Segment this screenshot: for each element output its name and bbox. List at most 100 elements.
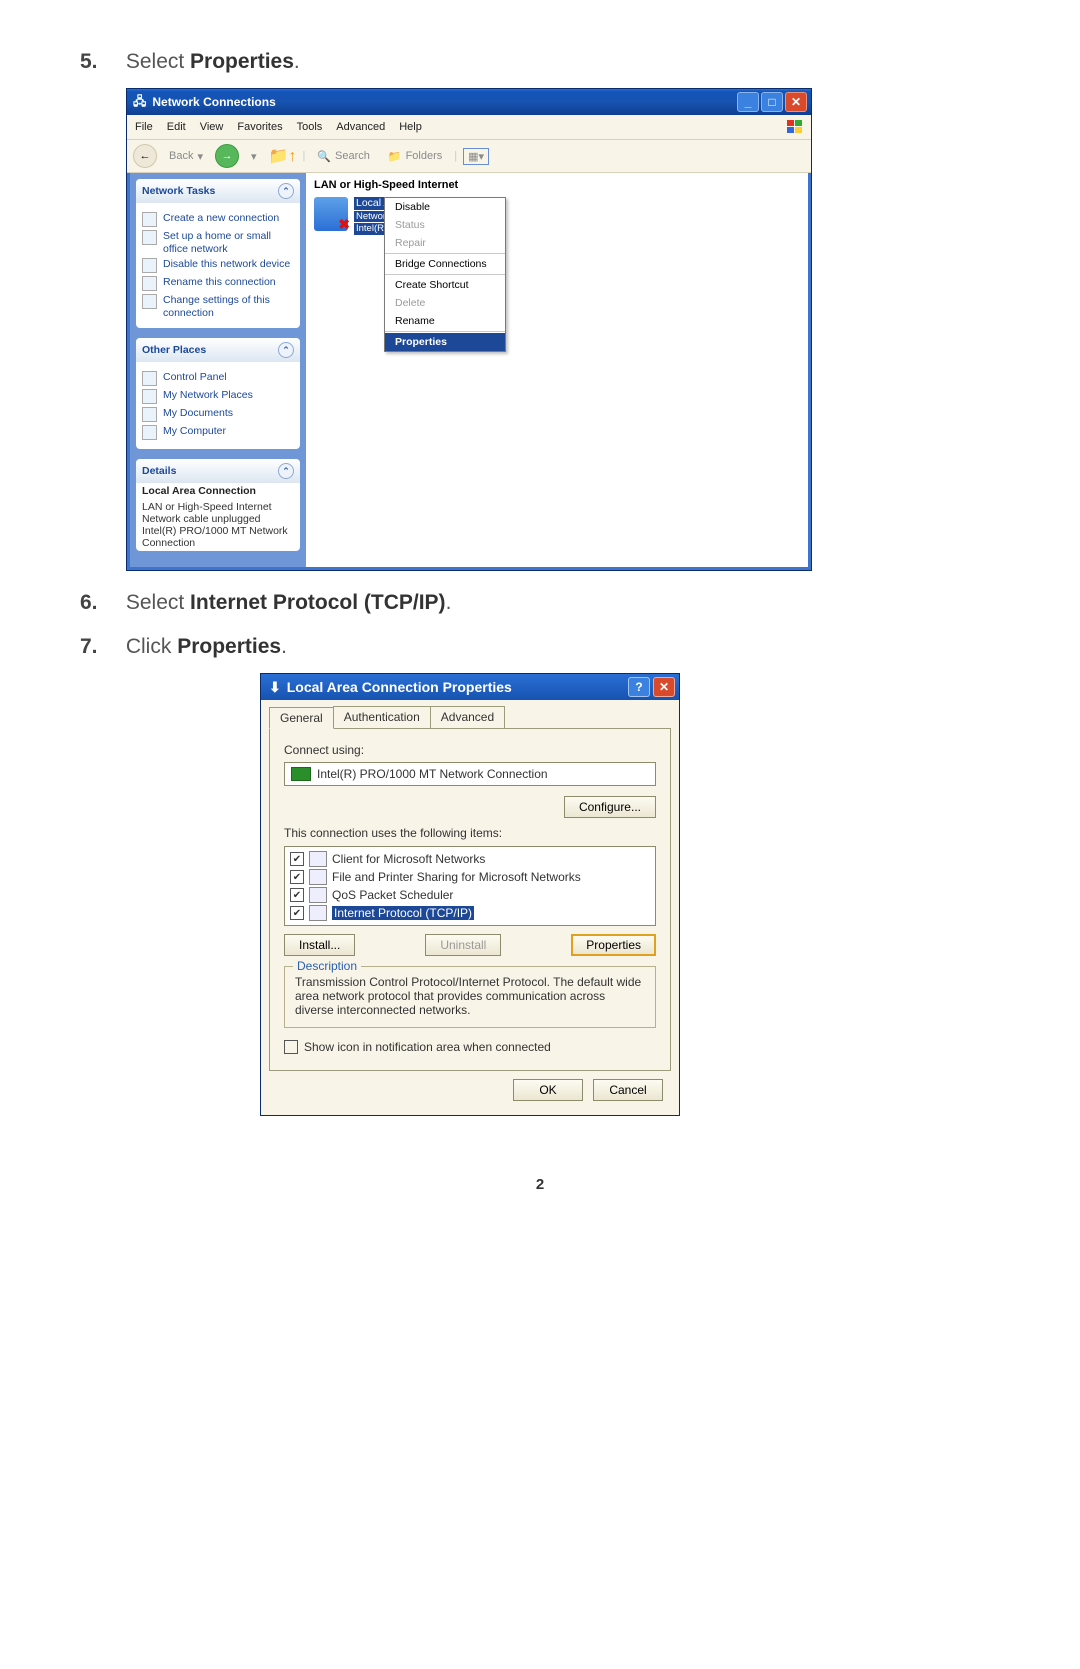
menu-file[interactable]: File bbox=[135, 121, 153, 133]
details-name: Local Area Connection bbox=[142, 485, 294, 497]
item-label: Internet Protocol (TCP/IP) bbox=[332, 906, 474, 920]
step-number: 7. bbox=[80, 635, 106, 659]
nic-name: Intel(R) PRO/1000 MT Network Connection bbox=[317, 767, 548, 781]
sidebar: Network Tasks ⌃ Create a new connection … bbox=[130, 173, 306, 567]
dialog-icon: ⬇ bbox=[269, 679, 281, 696]
nic-field: Intel(R) PRO/1000 MT Network Connection bbox=[284, 762, 656, 786]
panel-title: Network Tasks bbox=[142, 185, 215, 197]
main-area: LAN or High-Speed Internet Local Area Co… bbox=[306, 173, 808, 567]
task-disable-device[interactable]: Disable this network device bbox=[142, 258, 294, 273]
task-rename-connection[interactable]: Rename this connection bbox=[142, 276, 294, 291]
place-network-places[interactable]: My Network Places bbox=[142, 389, 294, 404]
place-my-documents[interactable]: My Documents bbox=[142, 407, 294, 422]
install-button[interactable]: Install... bbox=[284, 934, 355, 956]
ctx-rename[interactable]: Rename bbox=[385, 312, 505, 330]
place-my-computer[interactable]: My Computer bbox=[142, 425, 294, 440]
connect-using-label: Connect using: bbox=[284, 743, 656, 757]
step-text-pre: Select bbox=[126, 50, 190, 73]
window-titlebar[interactable]: 🖧 Network Connections _ □ ✕ bbox=[127, 89, 811, 115]
tab-authentication[interactable]: Authentication bbox=[333, 706, 431, 728]
menu-favorites[interactable]: Favorites bbox=[237, 121, 282, 133]
step-text-bold: Properties bbox=[190, 50, 294, 73]
ctx-disable[interactable]: Disable bbox=[385, 198, 505, 216]
ctx-bridge[interactable]: Bridge Connections bbox=[385, 255, 505, 273]
configure-button[interactable]: Configure... bbox=[564, 796, 656, 818]
items-list[interactable]: ✔ Client for Microsoft Networks ✔ File a… bbox=[284, 846, 656, 926]
link-icon bbox=[142, 258, 157, 273]
item-label: Client for Microsoft Networks bbox=[332, 852, 485, 866]
close-button[interactable]: ✕ bbox=[653, 677, 675, 697]
views-button[interactable]: ▦▾ bbox=[463, 148, 489, 165]
menu-advanced[interactable]: Advanced bbox=[336, 121, 385, 133]
properties-button[interactable]: Properties bbox=[571, 934, 656, 956]
folders-button[interactable]: 📁 Folders bbox=[382, 148, 448, 165]
minimize-button[interactable]: _ bbox=[737, 92, 759, 112]
menubar: File Edit View Favorites Tools Advanced … bbox=[127, 115, 811, 140]
help-button[interactable]: ? bbox=[628, 677, 650, 697]
tab-general[interactable]: General bbox=[269, 707, 334, 729]
item-icon bbox=[309, 851, 327, 867]
connection-icon bbox=[314, 197, 348, 231]
menu-view[interactable]: View bbox=[200, 121, 224, 133]
checkbox[interactable]: ✔ bbox=[290, 888, 304, 902]
item-icon bbox=[309, 887, 327, 903]
cancel-button[interactable]: Cancel bbox=[593, 1079, 663, 1101]
maximize-button[interactable]: □ bbox=[761, 92, 783, 112]
collapse-icon[interactable]: ⌃ bbox=[278, 183, 294, 199]
item-file-printer-sharing[interactable]: ✔ File and Printer Sharing for Microsoft… bbox=[288, 868, 652, 886]
checkbox[interactable]: ✔ bbox=[290, 906, 304, 920]
item-icon bbox=[309, 869, 327, 885]
forward-dropdown[interactable]: ▾ bbox=[245, 148, 263, 165]
item-label: File and Printer Sharing for Microsoft N… bbox=[332, 870, 581, 884]
place-control-panel[interactable]: Control Panel bbox=[142, 371, 294, 386]
details-panel: Details ⌃ Local Area Connection LAN or H… bbox=[136, 459, 300, 551]
back-label[interactable]: Back ▾ bbox=[163, 148, 209, 165]
link-icon bbox=[142, 425, 157, 440]
collapse-icon[interactable]: ⌃ bbox=[278, 342, 294, 358]
nic-icon bbox=[291, 767, 311, 781]
item-tcpip[interactable]: ✔ Internet Protocol (TCP/IP) bbox=[288, 904, 652, 922]
search-button[interactable]: 🔍 Search bbox=[311, 148, 376, 165]
checkbox[interactable]: ✔ bbox=[290, 870, 304, 884]
link-icon bbox=[142, 230, 157, 245]
show-icon-label: Show icon in notification area when conn… bbox=[304, 1040, 551, 1054]
step-text-pre: Select bbox=[126, 591, 190, 614]
menu-help[interactable]: Help bbox=[399, 121, 422, 133]
toolbar: ← Back ▾ → ▾ 📁↑ | 🔍 Search 📁 Folders | ▦… bbox=[127, 140, 811, 173]
menu-edit[interactable]: Edit bbox=[167, 121, 186, 133]
task-create-connection[interactable]: Create a new connection bbox=[142, 212, 294, 227]
step-text-bold: Properties bbox=[177, 635, 281, 658]
ctx-shortcut[interactable]: Create Shortcut bbox=[385, 276, 505, 294]
ctx-repair: Repair bbox=[385, 234, 505, 252]
ctx-properties[interactable]: Properties bbox=[385, 333, 505, 351]
up-button[interactable]: 📁↑ bbox=[269, 146, 297, 166]
link-icon bbox=[142, 389, 157, 404]
checkbox[interactable]: ✔ bbox=[290, 852, 304, 866]
show-icon-checkbox[interactable] bbox=[284, 1040, 298, 1054]
dialog-titlebar[interactable]: ⬇ Local Area Connection Properties ? ✕ bbox=[261, 674, 679, 700]
step-5: 5. Select Properties. bbox=[80, 50, 1000, 74]
task-setup-network[interactable]: Set up a home or small office network bbox=[142, 230, 294, 255]
connection-item[interactable]: Local Area Connection Network cable unpl… bbox=[306, 193, 808, 239]
task-change-settings[interactable]: Change settings of this connection bbox=[142, 294, 294, 319]
back-button[interactable]: ← bbox=[133, 144, 157, 168]
details-line: LAN or High-Speed Internet bbox=[142, 501, 294, 513]
item-client-ms-networks[interactable]: ✔ Client for Microsoft Networks bbox=[288, 850, 652, 868]
tab-advanced[interactable]: Advanced bbox=[430, 706, 505, 728]
step-text-post: . bbox=[446, 591, 452, 614]
ok-button[interactable]: OK bbox=[513, 1079, 583, 1101]
item-qos-scheduler[interactable]: ✔ QoS Packet Scheduler bbox=[288, 886, 652, 904]
forward-button[interactable]: → bbox=[215, 144, 239, 168]
collapse-icon[interactable]: ⌃ bbox=[278, 463, 294, 479]
link-icon bbox=[142, 276, 157, 291]
description-text: Transmission Control Protocol/Internet P… bbox=[295, 975, 641, 1017]
connection-properties-dialog: ⬇ Local Area Connection Properties ? ✕ G… bbox=[260, 673, 680, 1116]
network-connections-window: 🖧 Network Connections _ □ ✕ File Edit Vi… bbox=[126, 88, 812, 571]
menu-tools[interactable]: Tools bbox=[297, 121, 323, 133]
link-icon bbox=[142, 212, 157, 227]
close-button[interactable]: ✕ bbox=[785, 92, 807, 112]
ctx-status: Status bbox=[385, 216, 505, 234]
description-label: Description bbox=[293, 959, 361, 973]
category-header: LAN or High-Speed Internet bbox=[306, 173, 808, 193]
link-icon bbox=[142, 407, 157, 422]
